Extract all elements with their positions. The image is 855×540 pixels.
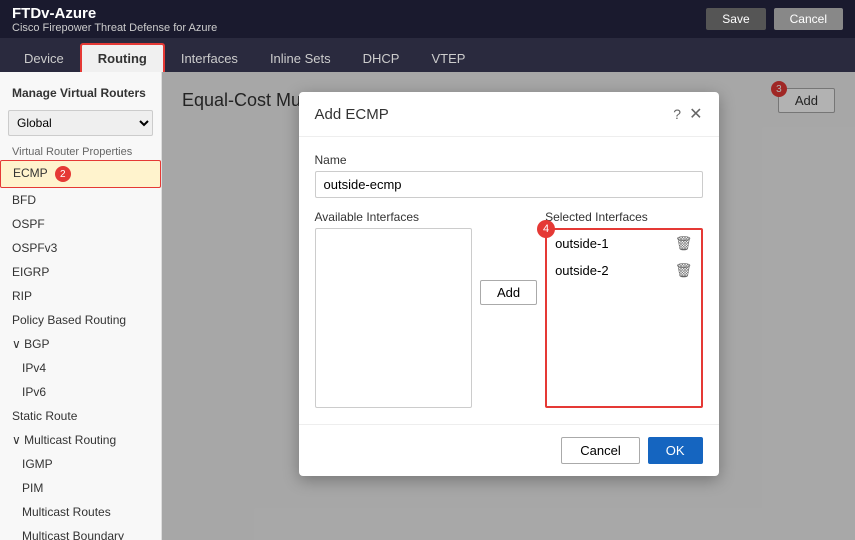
modal-overlay: Add ECMP ? ✕ Name Available Interfaces (162, 72, 855, 540)
help-icon[interactable]: ? (673, 106, 681, 122)
sidebar-group-bgp: ∨ BGP (0, 332, 161, 356)
delete-outside-1-icon[interactable]: 🗑 (675, 235, 693, 252)
selected-badge: 4 (537, 220, 555, 238)
selected-interfaces-list: 4 outside-1 🗑 outside-2 🗑 (545, 228, 702, 408)
add-interface-btn-container: Add (480, 210, 537, 305)
add-interface-button[interactable]: Add (480, 280, 537, 305)
available-interfaces-label: Available Interfaces (315, 210, 472, 224)
selected-interface-outside-2: outside-2 🗑 (547, 257, 700, 284)
close-icon[interactable]: ✕ (689, 104, 702, 124)
top-bar-buttons: Save Cancel (706, 8, 843, 30)
sidebar-item-ipv6[interactable]: IPv6 (0, 380, 161, 404)
sidebar-item-eigrp[interactable]: EIGRP (0, 260, 161, 284)
tab-routing[interactable]: Routing (80, 43, 165, 72)
sidebar-item-ospfv3[interactable]: OSPFv3 (0, 236, 161, 260)
sidebar-manage-title: Manage Virtual Routers (0, 80, 161, 106)
modal-body: Name Available Interfaces Add Selected (299, 137, 719, 424)
tab-device[interactable]: Device (8, 45, 80, 72)
sidebar: Manage Virtual Routers Global Virtual Ro… (0, 72, 162, 540)
sidebar-item-ecmp[interactable]: ECMP 2 (0, 160, 161, 188)
sidebar-item-ipv4[interactable]: IPv4 (0, 356, 161, 380)
nav-tabs: Device Routing Interfaces Inline Sets DH… (0, 38, 855, 72)
modal-header: Add ECMP ? ✕ (299, 92, 719, 137)
interface-name-outside-2: outside-2 (555, 263, 608, 278)
selected-interface-outside-1: outside-1 🗑 (547, 230, 700, 257)
modal-cancel-button[interactable]: Cancel (561, 437, 639, 464)
delete-outside-2-icon[interactable]: 🗑 (675, 262, 693, 279)
app-title: FTDv-Azure (12, 5, 217, 22)
interfaces-row: Available Interfaces Add Selected Interf… (315, 210, 703, 408)
app-subtitle: Cisco Firepower Threat Defense for Azure (12, 22, 217, 34)
selected-interfaces-col: Selected Interfaces 4 outside-1 🗑 outsid… (545, 210, 702, 408)
modal-title: Add ECMP (315, 106, 389, 123)
name-input[interactable] (315, 171, 703, 198)
sidebar-item-policy-based-routing[interactable]: Policy Based Routing (0, 308, 161, 332)
layout: Manage Virtual Routers Global Virtual Ro… (0, 72, 855, 540)
add-ecmp-modal: Add ECMP ? ✕ Name Available Interfaces (299, 92, 719, 476)
modal-header-icons: ? ✕ (673, 104, 702, 124)
sidebar-item-pim[interactable]: PIM (0, 476, 161, 500)
sidebar-item-rip[interactable]: RIP (0, 284, 161, 308)
name-label: Name (315, 153, 703, 167)
tab-interfaces[interactable]: Interfaces (165, 45, 254, 72)
interface-name-outside-1: outside-1 (555, 236, 608, 251)
sidebar-item-ospf[interactable]: OSPF (0, 212, 161, 236)
ecmp-badge: 2 (55, 166, 71, 182)
sidebar-section-label: Virtual Router Properties (0, 140, 161, 160)
tab-inline-sets[interactable]: Inline Sets (254, 45, 347, 72)
available-interfaces-list (315, 228, 472, 408)
tab-vtep[interactable]: VTEP (415, 45, 481, 72)
top-bar: FTDv-Azure Cisco Firepower Threat Defens… (0, 0, 855, 38)
selected-interfaces-label: Selected Interfaces (545, 210, 702, 224)
sidebar-item-multicast-routes[interactable]: Multicast Routes (0, 500, 161, 524)
router-select[interactable]: Global (8, 110, 153, 136)
available-interfaces-col: Available Interfaces (315, 210, 472, 408)
main-content: Equal-Cost Multipath Routing (ECMP) 3 Ad… (162, 72, 855, 540)
modal-footer: Cancel OK (299, 424, 719, 476)
save-button[interactable]: Save (706, 8, 765, 30)
sidebar-item-bfd[interactable]: BFD (0, 188, 161, 212)
sidebar-item-static-route[interactable]: Static Route (0, 404, 161, 428)
app-info: FTDv-Azure Cisco Firepower Threat Defens… (12, 5, 217, 34)
sidebar-item-multicast-boundary-filter[interactable]: Multicast Boundary Filter (0, 524, 161, 540)
sidebar-group-multicast: ∨ Multicast Routing (0, 428, 161, 452)
cancel-button[interactable]: Cancel (774, 8, 843, 30)
sidebar-item-igmp[interactable]: IGMP (0, 452, 161, 476)
tab-dhcp[interactable]: DHCP (347, 45, 416, 72)
modal-ok-button[interactable]: OK (648, 437, 703, 464)
